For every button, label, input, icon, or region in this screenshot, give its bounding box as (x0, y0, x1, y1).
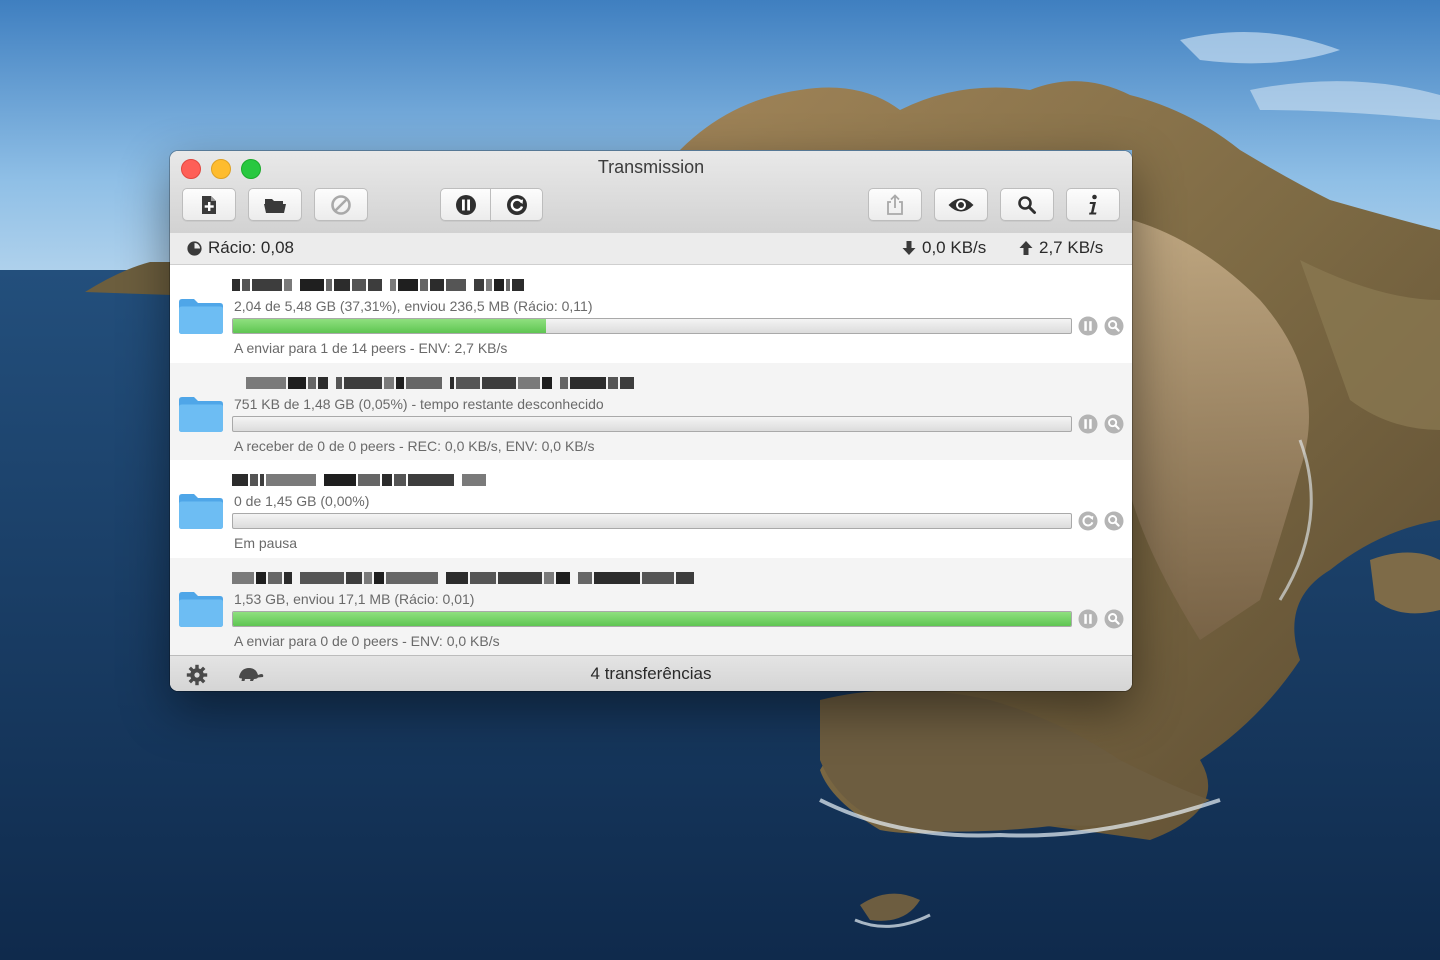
torrent-status-text: A enviar para 0 de 0 peers - ENV: 0,0 KB… (234, 632, 500, 649)
torrent-row[interactable]: 0 de 1,45 GB (0,00%) Em pausa (170, 460, 1132, 557)
torrent-name-redacted (232, 473, 488, 487)
torrent-progress-text: 0 de 1,45 GB (0,00%) (234, 493, 370, 509)
upload-arrow-icon (1019, 241, 1033, 255)
reveal-in-finder-button[interactable] (1104, 316, 1124, 336)
torrent-row[interactable]: 1,53 GB, enviou 17,1 MB (Rácio: 0,01) A e… (170, 557, 1132, 655)
torrent-progress-fill (233, 319, 546, 333)
torrent-progress-bar (232, 513, 1072, 529)
torrent-row[interactable]: 751 KB de 1,48 GB (0,05%) - tempo restan… (170, 362, 1132, 460)
bottom-bar: 4 transferências (170, 655, 1132, 691)
transmission-window: Transmission Rácio: 0,08 0,0 KB/s 2,7 KB… (170, 151, 1132, 691)
torrent-status-text: A receber de 0 de 0 peers - REC: 0,0 KB/… (234, 437, 595, 454)
resume-torrent-button[interactable] (1078, 511, 1098, 531)
torrent-progress-text: 1,53 GB, enviou 17,1 MB (Rácio: 0,01) (234, 590, 475, 607)
reveal-in-finder-button[interactable] (1104, 511, 1124, 531)
torrent-progress-bar (232, 415, 1072, 432)
ratio-label[interactable]: Rácio: 0,08 (208, 238, 294, 258)
reveal-in-finder-button[interactable] (1104, 609, 1124, 629)
torrent-status-text: A enviar para 1 de 14 peers - ENV: 2,7 K… (234, 340, 508, 356)
prohibit-icon (331, 194, 351, 215)
upload-speed: 2,7 KB/s (1039, 238, 1104, 257)
pause-all-button[interactable] (440, 188, 491, 221)
window-title: Transmission (597, 157, 705, 177)
torrent-progress-bar (232, 318, 1072, 334)
torrent-progress-text: 2,04 de 5,48 GB (37,31%), enviou 236,5 M… (234, 298, 593, 314)
document-plus-icon (202, 195, 216, 214)
download-speed: 0,0 KB/s (922, 238, 987, 257)
torrent-row[interactable]: 2,04 de 5,48 GB (37,31%), enviou 236,5 M… (170, 265, 1132, 362)
resume-all-button[interactable] (490, 188, 543, 221)
folder-icon (179, 591, 223, 627)
torrent-list: 2,04 de 5,48 GB (37,31%), enviou 236,5 M… (170, 265, 1132, 655)
share-icon (887, 193, 903, 215)
pause-torrent-button[interactable] (1078, 316, 1098, 336)
folder-icon (179, 396, 223, 432)
quick-look-button[interactable] (934, 188, 988, 221)
pause-torrent-button[interactable] (1078, 609, 1098, 629)
info-icon (1089, 194, 1097, 214)
torrent-name-redacted (232, 278, 532, 292)
folder-icon (179, 299, 223, 334)
torrent-progress-fill (233, 611, 1071, 626)
torrent-status-text: Em pausa (234, 535, 298, 551)
folder-icon (179, 494, 223, 529)
filter-button[interactable] (1000, 188, 1054, 221)
transfer-count: 4 transferências (590, 664, 712, 683)
pause-icon (455, 194, 476, 215)
download-arrow-icon (902, 241, 916, 255)
pause-torrent-button[interactable] (1078, 414, 1098, 434)
remove-torrent-button[interactable] (314, 188, 368, 221)
stats-bar: Rácio: 0,08 0,0 KB/s 2,7 KB/s (170, 233, 1132, 265)
torrent-name-redacted (232, 571, 696, 585)
ratio-icon (187, 241, 202, 256)
folder-open-icon (264, 198, 286, 213)
inspector-button[interactable] (1066, 188, 1120, 221)
open-torrent-button[interactable] (248, 188, 302, 221)
resume-icon (506, 194, 527, 215)
torrent-progress-text: 751 KB de 1,48 GB (0,05%) - tempo restan… (234, 395, 604, 412)
torrent-name-redacted (246, 376, 636, 390)
torrent-progress-bar (232, 610, 1072, 627)
eye-icon (948, 198, 974, 211)
reveal-in-finder-button[interactable] (1104, 414, 1124, 434)
title-bar: Transmission (170, 151, 1132, 234)
magnifier-icon (1018, 195, 1036, 214)
create-torrent-button[interactable] (182, 188, 236, 221)
share-button[interactable] (868, 188, 922, 221)
